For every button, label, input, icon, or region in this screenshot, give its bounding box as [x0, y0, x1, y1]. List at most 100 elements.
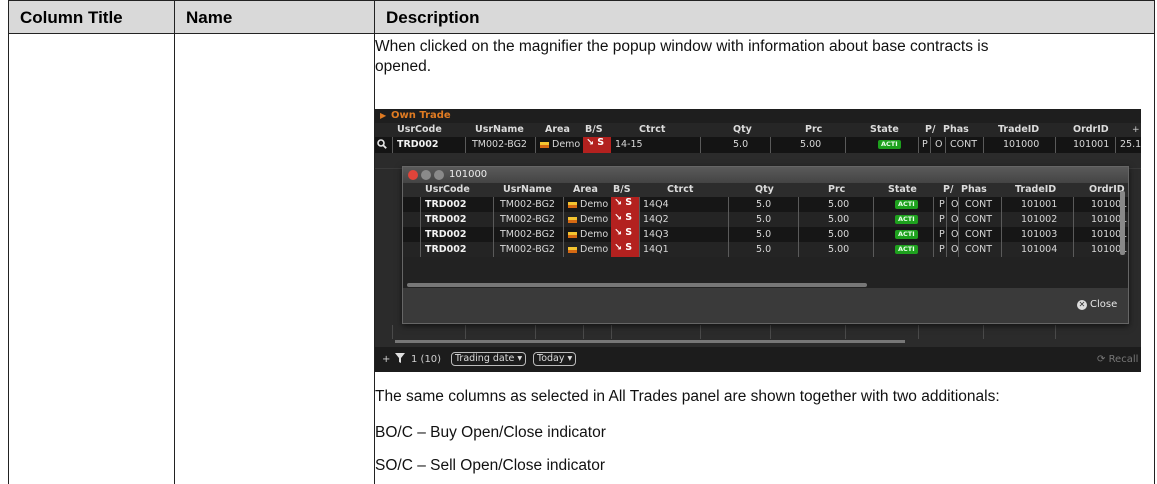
table-header-row: Column Title Name Description	[8, 0, 1155, 34]
col-qty[interactable]: Qty	[733, 123, 752, 137]
col-ordrid[interactable]: OrdrID	[1073, 123, 1109, 137]
column-line	[700, 325, 701, 339]
cell-separator	[1073, 227, 1074, 242]
column-line	[535, 325, 536, 339]
cell-separator	[873, 212, 874, 227]
column-line	[918, 325, 919, 339]
cell-phas: CONT	[965, 214, 993, 225]
flag-icon	[568, 216, 577, 223]
header-column-title: Column Title	[20, 8, 123, 27]
popup-grid: UsrCode UsrName Area B/S Ctrct Qty Prc S…	[403, 183, 1128, 283]
cell-o: O	[951, 244, 959, 255]
cell-prc: 5.00	[828, 229, 850, 240]
cell-p: P	[939, 229, 945, 240]
cell-separator	[728, 242, 729, 257]
add-column-icon[interactable]: +	[1132, 123, 1140, 137]
cell-prc: 5.00	[828, 214, 850, 225]
cell-o: O	[951, 214, 959, 225]
col-usrcode[interactable]: UsrCode	[397, 123, 442, 137]
col-p[interactable]: P/	[925, 123, 935, 137]
cell-usrcode: TRD002	[425, 199, 467, 210]
col-qty[interactable]: Qty	[755, 183, 774, 197]
col-state[interactable]: State	[870, 123, 899, 137]
cell-separator	[563, 212, 564, 227]
cell-separator	[1001, 197, 1002, 212]
col-tradeid[interactable]: TradeID	[1015, 183, 1056, 197]
sell-indicator: ↘ S	[583, 137, 611, 153]
cell-separator	[798, 242, 799, 257]
maximize-window-icon[interactable]	[434, 170, 444, 180]
col-area[interactable]: Area	[545, 123, 570, 137]
empty-row	[375, 324, 1141, 340]
cell-separator	[845, 137, 846, 153]
cell-separator	[945, 137, 946, 153]
cell-separator	[1001, 212, 1002, 227]
table-row[interactable]: TRD002 TM002-BG2 14Q3 5.0 5.00 P O CONT 101003 10…	[403, 227, 1128, 242]
close-button[interactable]: ✕ Close	[1077, 299, 1117, 310]
table-row[interactable]: TRD002 TM002-BG2 14Q4 5.0 5.00 P O CONT 101001 10…	[403, 197, 1128, 212]
expand-triangle-icon[interactable]: ▶	[380, 111, 386, 120]
col-bs[interactable]: B/S	[613, 183, 631, 197]
close-icon: ✕	[1077, 300, 1087, 310]
col-p[interactable]: P/	[943, 183, 953, 197]
cell-separator	[1073, 212, 1074, 227]
col-tradeid[interactable]: TradeID	[998, 123, 1039, 137]
add-filter-icon[interactable]: +	[382, 353, 390, 366]
popup-title-bar[interactable]: 101000	[403, 167, 1128, 183]
table-row[interactable]: TRD002 TM002-BG2 Demo ↘ S 14-15 5.0 5.00…	[375, 137, 1141, 153]
cell-usrcode: TRD002	[425, 229, 467, 240]
popup-vertical-scrollbar[interactable]	[1120, 191, 1125, 255]
col-phas[interactable]: Phas	[961, 183, 987, 197]
close-window-icon[interactable]	[408, 170, 418, 180]
table-row[interactable]: TRD002 TM002-BG2 14Q1 5.0 5.00 P O CONT 101004 10…	[403, 242, 1128, 257]
minimize-window-icon[interactable]	[421, 170, 431, 180]
col-phas[interactable]: Phas	[943, 123, 969, 137]
today-dropdown[interactable]: Today ▾	[533, 352, 577, 366]
sell-indicator: ↘ S	[611, 227, 639, 242]
table-row[interactable]: TRD002 TM002-BG2 14Q2 5.0 5.00 P O CONT 101002 10…	[403, 212, 1128, 227]
flag-icon	[568, 201, 577, 208]
cell-separator	[392, 137, 393, 153]
state-badge: ACTI	[895, 245, 918, 254]
col-prc[interactable]: Prc	[805, 123, 822, 137]
popup-title: 101000	[449, 169, 488, 180]
column-line	[845, 325, 846, 339]
cell-separator	[1115, 137, 1116, 153]
cell-tradeid: 101002	[1021, 214, 1058, 225]
cell-prc: 5.00	[828, 199, 850, 210]
col-bs[interactable]: B/S	[585, 123, 603, 137]
cell-separator	[1001, 242, 1002, 257]
table-divider-1	[174, 0, 175, 484]
col-ctrct[interactable]: Ctrct	[639, 123, 665, 137]
filter-icon[interactable]	[395, 353, 405, 367]
cell-separator	[946, 227, 947, 242]
panel-horizontal-scrollbar[interactable]	[375, 339, 1141, 344]
cell-separator	[1073, 197, 1074, 212]
state-badge: ACTI	[878, 140, 901, 149]
cell-separator	[873, 197, 874, 212]
col-prc[interactable]: Prc	[828, 183, 845, 197]
popup-horizontal-scrollbar[interactable]	[403, 282, 1128, 288]
col-state[interactable]: State	[888, 183, 917, 197]
cell-usrname: TM002-BG2	[472, 139, 527, 150]
so-c-description: SO/C – Sell Open/Close indicator	[375, 457, 606, 474]
col-usrname[interactable]: UsrName	[503, 183, 552, 197]
cell-usrname: TM002-BG2	[500, 214, 555, 225]
cell-separator	[798, 212, 799, 227]
cell-tradeid: 101003	[1021, 229, 1058, 240]
cell-separator	[728, 197, 729, 212]
bo-c-description: BO/C – Buy Open/Close indicator	[375, 424, 606, 441]
base-contracts-popup: 101000 UsrCode UsrName Area B/S Ctrct Qt…	[402, 166, 1129, 324]
col-area[interactable]: Area	[573, 183, 598, 197]
col-ctrct[interactable]: Ctrct	[667, 183, 693, 197]
magnifier-icon[interactable]	[377, 139, 387, 149]
trading-date-dropdown[interactable]: Trading date ▾	[451, 352, 527, 366]
col-usrcode[interactable]: UsrCode	[425, 183, 470, 197]
cell-qty: 5.0	[756, 244, 772, 255]
cell-ctrct: 14-15	[615, 139, 643, 150]
cell-separator	[420, 227, 421, 242]
recall-button[interactable]: ⟳ Recall	[1097, 353, 1138, 366]
panel-title-bar: ▶ Own Trade	[375, 109, 1141, 123]
cell-separator	[728, 227, 729, 242]
col-usrname[interactable]: UsrName	[475, 123, 524, 137]
